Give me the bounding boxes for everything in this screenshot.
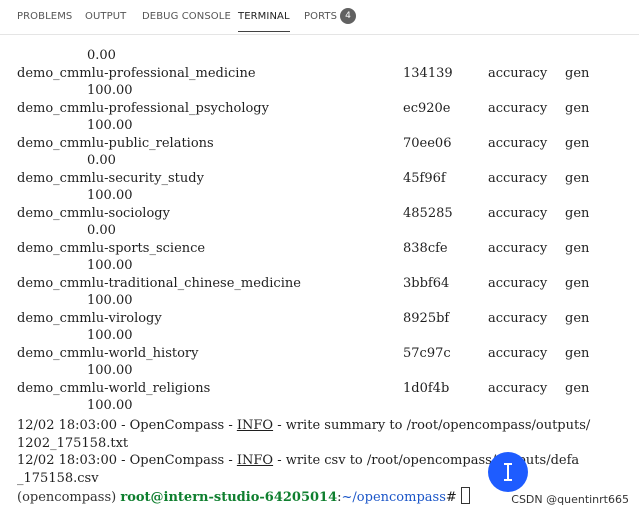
dataset-name: demo_cmmlu-security_study	[17, 171, 204, 186]
dataset-name: demo_cmmlu-sociology	[17, 206, 170, 221]
dataset-mode: gen	[565, 241, 590, 256]
log-line-summary-wrap: 1202_175158.txt	[17, 436, 129, 451]
terminal-cursor	[460, 487, 470, 504]
dataset-metric: accuracy	[488, 101, 548, 116]
conda-env: (opencompass)	[17, 490, 121, 505]
tab-problems[interactable]: PROBLEMS	[17, 0, 72, 34]
result-value: 100.00	[87, 118, 133, 133]
dataset-mode: gen	[565, 311, 590, 326]
result-value: 100.00	[87, 328, 133, 343]
dataset-metric: accuracy	[488, 206, 548, 221]
dataset-metric: accuracy	[488, 66, 548, 81]
watermark: CSDN @quentinrt665	[511, 493, 629, 506]
dataset-mode: gen	[565, 101, 590, 116]
dataset-name: demo_cmmlu-professional_medicine	[17, 66, 256, 81]
dataset-version: 1d0f4b	[403, 381, 450, 396]
dataset-metric: accuracy	[488, 171, 548, 186]
result-value: 100.00	[87, 258, 133, 273]
result-value: 100.00	[87, 363, 133, 378]
result-value: 100.00	[87, 398, 133, 413]
dataset-name: demo_cmmlu-sports_science	[17, 241, 206, 256]
dataset-name: demo_cmmlu-virology	[17, 311, 162, 326]
log-level: INFO	[236, 453, 274, 468]
dataset-metric: accuracy	[488, 136, 548, 151]
tab-ports[interactable]: PORTS	[304, 0, 337, 34]
dataset-name: demo_cmmlu-world_history	[17, 346, 199, 361]
dataset-version: 838cfe	[403, 241, 448, 256]
result-value: 0.00	[87, 153, 116, 168]
dataset-mode: gen	[565, 136, 590, 151]
dataset-mode: gen	[565, 206, 590, 221]
result-value: 0.00	[87, 223, 116, 238]
dataset-metric: accuracy	[488, 381, 548, 396]
log-line-csv-wrap: _175158.csv	[17, 471, 99, 486]
dataset-version: ec920e	[403, 101, 451, 116]
dataset-version: 3bbf64	[403, 276, 450, 291]
tab-terminal[interactable]: TERMINAL	[238, 0, 290, 34]
dataset-mode: gen	[565, 66, 590, 81]
log-level: INFO	[236, 418, 274, 433]
dataset-mode: gen	[565, 276, 590, 291]
dataset-metric: accuracy	[488, 276, 548, 291]
dataset-version: 134139	[403, 66, 453, 81]
dataset-metric: accuracy	[488, 346, 548, 361]
dataset-mode: gen	[565, 171, 590, 186]
prompt-user-host: root@intern-studio-64205014	[120, 490, 338, 505]
dataset-name: demo_cmmlu-world_religions	[17, 381, 211, 396]
dataset-name: demo_cmmlu-public_relations	[17, 136, 214, 151]
panel-tab-bar: PROBLEMS OUTPUT DEBUG CONSOLE TERMINAL P…	[0, 0, 639, 35]
ports-count-badge: 4	[340, 8, 356, 24]
tab-output[interactable]: OUTPUT	[85, 0, 126, 34]
dataset-mode: gen	[565, 381, 590, 396]
dataset-name: demo_cmmlu-professional_psychology	[17, 101, 269, 116]
tab-debug-console[interactable]: DEBUG CONSOLE	[142, 0, 231, 34]
result-value: 100.00	[87, 188, 133, 203]
dataset-version: 8925bf	[403, 311, 450, 326]
result-value: 0.00	[87, 48, 116, 63]
result-value: 100.00	[87, 293, 133, 308]
dataset-version: 485285	[403, 206, 453, 221]
text-cursor-icon	[504, 463, 512, 481]
dataset-mode: gen	[565, 346, 590, 361]
shell-prompt[interactable]: (opencompass) root@intern-studio-6420501…	[17, 487, 470, 505]
dataset-version: 45f96f	[403, 171, 446, 186]
dataset-name: demo_cmmlu-traditional_chinese_medicine	[17, 276, 301, 291]
dataset-version: 70ee06	[403, 136, 452, 151]
result-value: 100.00	[87, 83, 133, 98]
dataset-metric: accuracy	[488, 241, 548, 256]
dataset-metric: accuracy	[488, 311, 548, 326]
terminal-output[interactable]: 0.00 demo_cmmlu-professional_medicine 134…	[0, 35, 639, 510]
log-line-summary: 12/02 18:03:00 - OpenCompass - INFO - wr…	[17, 418, 591, 433]
dataset-version: 57c97c	[403, 346, 451, 361]
prompt-path: ~/opencompass	[341, 490, 446, 505]
